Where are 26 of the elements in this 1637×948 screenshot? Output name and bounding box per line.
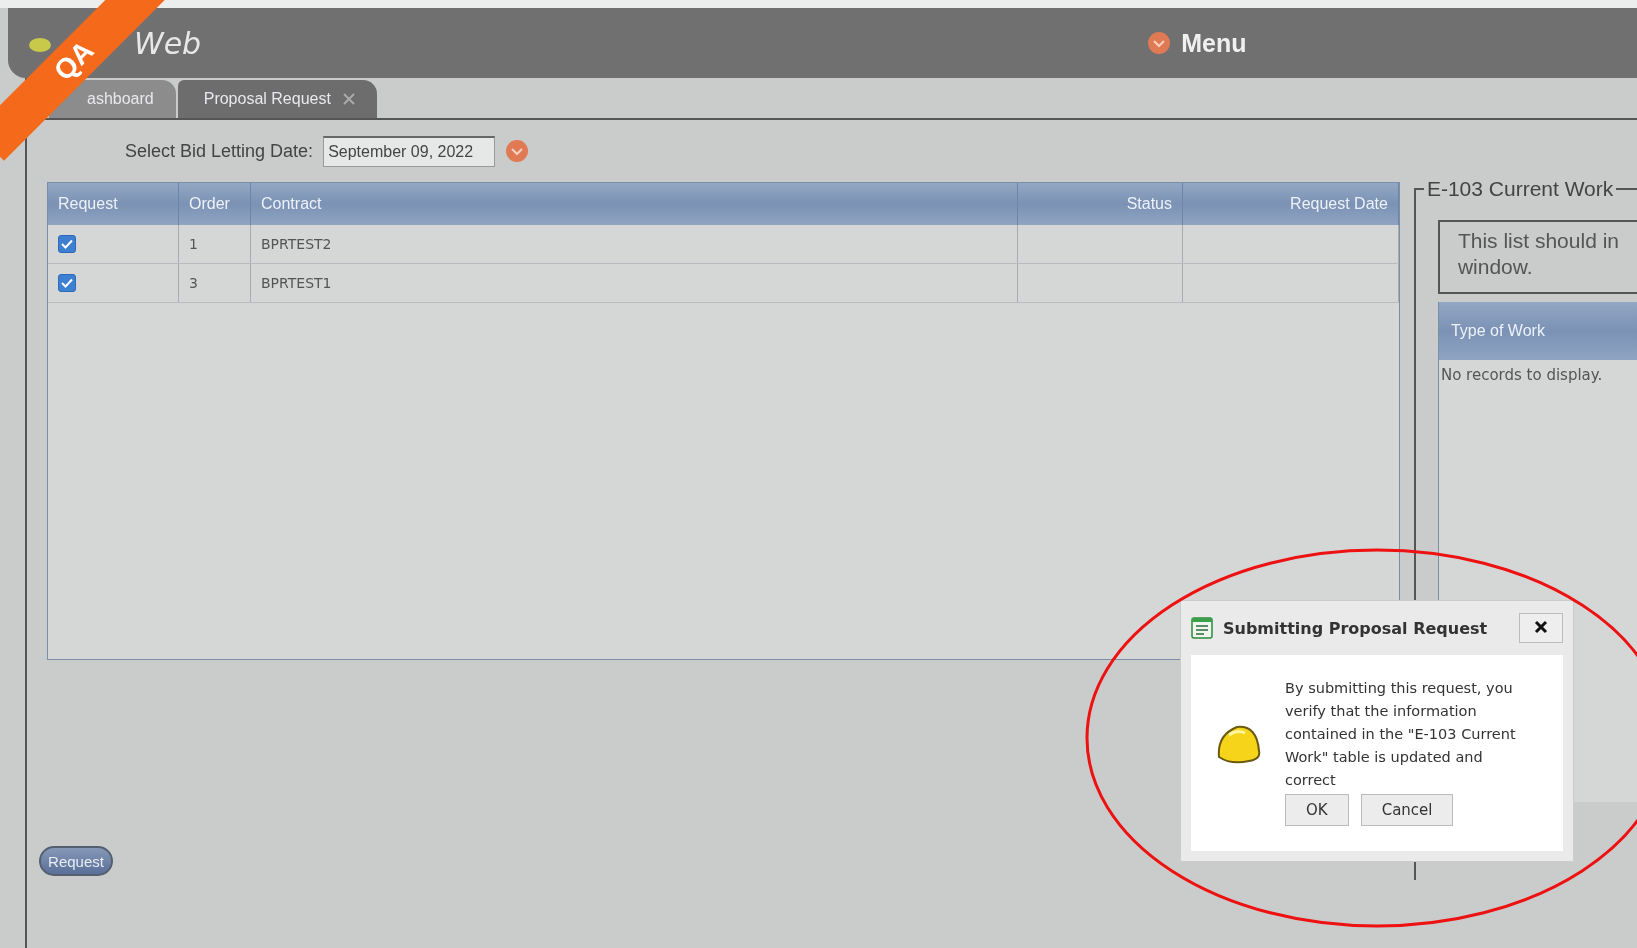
dialog-message: By submitting this request, you verify that the information contained in the "E-103 Current Work" table is updated and correct	[1285, 679, 1517, 790]
column-header[interactable]: Status	[1018, 183, 1183, 225]
column-header[interactable]: Type of Work	[1438, 302, 1637, 360]
column-header[interactable]: Request	[48, 183, 179, 225]
document-icon	[1191, 617, 1213, 639]
table-cell: BPRTEST1	[251, 264, 1018, 302]
date-field[interactable]: September 09, 2022	[323, 135, 496, 167]
checkbox[interactable]	[58, 274, 76, 292]
dialog-title: Submitting Proposal Request	[1223, 618, 1489, 638]
checkbox[interactable]	[58, 235, 76, 253]
table-cell: 1	[179, 225, 251, 263]
tab[interactable]: Proposal Request	[177, 80, 377, 118]
dialog-button[interactable]: OK	[1285, 794, 1349, 826]
table-cell: BPRTEST2	[251, 225, 1018, 263]
close-button[interactable]	[1519, 613, 1563, 643]
dialog-button[interactable]: Cancel	[1360, 794, 1454, 826]
table-cell: 3	[179, 264, 251, 302]
column-header[interactable]: Request Date	[1183, 183, 1399, 225]
column-header[interactable]: Contract	[251, 183, 1018, 225]
close-icon	[1534, 619, 1548, 634]
menu-button[interactable]: Menu	[1141, 27, 1253, 59]
column-header[interactable]: Order	[179, 183, 251, 225]
request-button[interactable]: Request	[39, 846, 113, 876]
note-text: This list should in window.	[1437, 220, 1637, 294]
chevron-circle-icon	[1147, 31, 1172, 55]
empty-message: No records to display.	[1439, 365, 1604, 386]
